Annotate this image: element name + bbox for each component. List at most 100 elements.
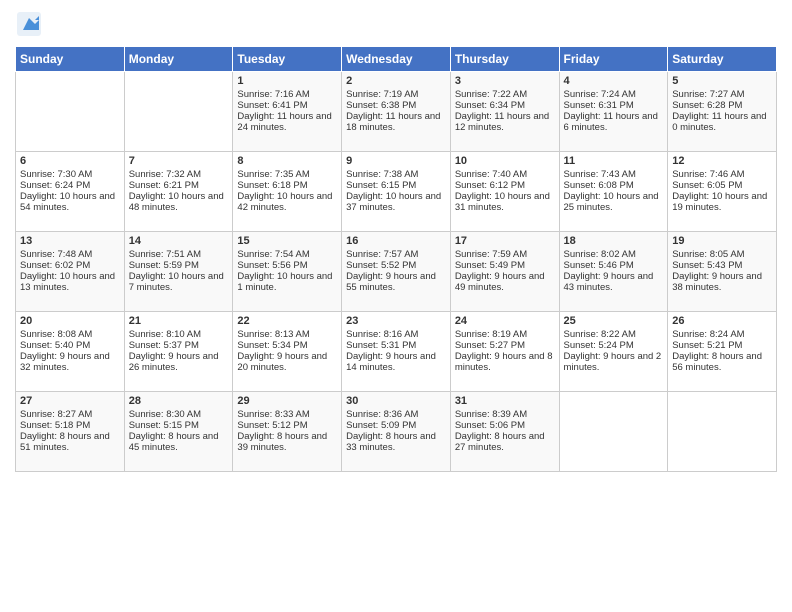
day-cell xyxy=(124,72,233,152)
sunrise-text: Sunrise: 7:51 AM xyxy=(129,249,201,260)
day-cell: 17Sunrise: 7:59 AMSunset: 5:49 PMDayligh… xyxy=(450,232,559,312)
day-number: 23 xyxy=(346,315,446,327)
sunrise-text: Sunrise: 8:02 AM xyxy=(564,249,636,260)
day-number: 25 xyxy=(564,315,664,327)
daylight-text: Daylight: 8 hours and 27 minutes. xyxy=(455,431,545,453)
day-cell: 11Sunrise: 7:43 AMSunset: 6:08 PMDayligh… xyxy=(559,152,668,232)
daylight-text: Daylight: 10 hours and 1 minute. xyxy=(237,271,332,293)
daylight-text: Daylight: 8 hours and 39 minutes. xyxy=(237,431,327,453)
sunset-text: Sunset: 6:41 PM xyxy=(237,100,307,111)
day-cell: 9Sunrise: 7:38 AMSunset: 6:15 PMDaylight… xyxy=(342,152,451,232)
daylight-text: Daylight: 10 hours and 13 minutes. xyxy=(20,271,115,293)
day-cell: 26Sunrise: 8:24 AMSunset: 5:21 PMDayligh… xyxy=(668,312,777,392)
day-number: 31 xyxy=(455,395,555,407)
sunrise-text: Sunrise: 7:24 AM xyxy=(564,89,636,100)
week-row-1: 1Sunrise: 7:16 AMSunset: 6:41 PMDaylight… xyxy=(16,72,777,152)
sunset-text: Sunset: 6:34 PM xyxy=(455,100,525,111)
sunset-text: Sunset: 6:24 PM xyxy=(20,180,90,191)
sunrise-text: Sunrise: 7:32 AM xyxy=(129,169,201,180)
day-cell xyxy=(16,72,125,152)
day-number: 6 xyxy=(20,155,120,167)
day-header-wednesday: Wednesday xyxy=(342,47,451,72)
day-cell: 25Sunrise: 8:22 AMSunset: 5:24 PMDayligh… xyxy=(559,312,668,392)
day-cell xyxy=(559,392,668,472)
day-cell: 30Sunrise: 8:36 AMSunset: 5:09 PMDayligh… xyxy=(342,392,451,472)
day-cell: 29Sunrise: 8:33 AMSunset: 5:12 PMDayligh… xyxy=(233,392,342,472)
daylight-text: Daylight: 8 hours and 45 minutes. xyxy=(129,431,219,453)
sunset-text: Sunset: 6:15 PM xyxy=(346,180,416,191)
sunrise-text: Sunrise: 7:43 AM xyxy=(564,169,636,180)
daylight-text: Daylight: 9 hours and 55 minutes. xyxy=(346,271,436,293)
sunset-text: Sunset: 5:59 PM xyxy=(129,260,199,271)
day-number: 4 xyxy=(564,75,664,87)
day-cell: 1Sunrise: 7:16 AMSunset: 6:41 PMDaylight… xyxy=(233,72,342,152)
sunset-text: Sunset: 5:24 PM xyxy=(564,340,634,351)
day-number: 7 xyxy=(129,155,229,167)
daylight-text: Daylight: 9 hours and 2 minutes. xyxy=(564,351,662,373)
day-cell: 27Sunrise: 8:27 AMSunset: 5:18 PMDayligh… xyxy=(16,392,125,472)
daylight-text: Daylight: 10 hours and 42 minutes. xyxy=(237,191,332,213)
sunset-text: Sunset: 6:28 PM xyxy=(672,100,742,111)
sunrise-text: Sunrise: 8:16 AM xyxy=(346,329,418,340)
sunrise-text: Sunrise: 7:57 AM xyxy=(346,249,418,260)
day-number: 8 xyxy=(237,155,337,167)
day-header-thursday: Thursday xyxy=(450,47,559,72)
day-number: 16 xyxy=(346,235,446,247)
daylight-text: Daylight: 10 hours and 48 minutes. xyxy=(129,191,224,213)
sunrise-text: Sunrise: 7:22 AM xyxy=(455,89,527,100)
sunset-text: Sunset: 5:37 PM xyxy=(129,340,199,351)
sunrise-text: Sunrise: 8:27 AM xyxy=(20,409,92,420)
logo-icon xyxy=(15,10,43,38)
sunrise-text: Sunrise: 7:48 AM xyxy=(20,249,92,260)
day-cell: 8Sunrise: 7:35 AMSunset: 6:18 PMDaylight… xyxy=(233,152,342,232)
sunset-text: Sunset: 6:38 PM xyxy=(346,100,416,111)
daylight-text: Daylight: 10 hours and 31 minutes. xyxy=(455,191,550,213)
sunrise-text: Sunrise: 7:16 AM xyxy=(237,89,309,100)
day-header-tuesday: Tuesday xyxy=(233,47,342,72)
daylight-text: Daylight: 11 hours and 18 minutes. xyxy=(346,111,440,133)
sunrise-text: Sunrise: 7:40 AM xyxy=(455,169,527,180)
sunset-text: Sunset: 5:06 PM xyxy=(455,420,525,431)
day-cell: 24Sunrise: 8:19 AMSunset: 5:27 PMDayligh… xyxy=(450,312,559,392)
daylight-text: Daylight: 9 hours and 32 minutes. xyxy=(20,351,110,373)
day-cell: 16Sunrise: 7:57 AMSunset: 5:52 PMDayligh… xyxy=(342,232,451,312)
day-header-monday: Monday xyxy=(124,47,233,72)
daylight-text: Daylight: 11 hours and 0 minutes. xyxy=(672,111,766,133)
daylight-text: Daylight: 11 hours and 24 minutes. xyxy=(237,111,331,133)
day-cell: 22Sunrise: 8:13 AMSunset: 5:34 PMDayligh… xyxy=(233,312,342,392)
sunrise-text: Sunrise: 8:13 AM xyxy=(237,329,309,340)
daylight-text: Daylight: 8 hours and 51 minutes. xyxy=(20,431,110,453)
sunrise-text: Sunrise: 8:08 AM xyxy=(20,329,92,340)
sunset-text: Sunset: 5:49 PM xyxy=(455,260,525,271)
sunset-text: Sunset: 6:18 PM xyxy=(237,180,307,191)
day-cell: 3Sunrise: 7:22 AMSunset: 6:34 PMDaylight… xyxy=(450,72,559,152)
sunrise-text: Sunrise: 8:30 AM xyxy=(129,409,201,420)
day-number: 2 xyxy=(346,75,446,87)
day-number: 29 xyxy=(237,395,337,407)
daylight-text: Daylight: 10 hours and 37 minutes. xyxy=(346,191,441,213)
sunset-text: Sunset: 6:02 PM xyxy=(20,260,90,271)
day-cell xyxy=(668,392,777,472)
daylight-text: Daylight: 8 hours and 56 minutes. xyxy=(672,351,762,373)
day-number: 12 xyxy=(672,155,772,167)
sunrise-text: Sunrise: 7:46 AM xyxy=(672,169,744,180)
sunrise-text: Sunrise: 8:39 AM xyxy=(455,409,527,420)
week-row-5: 27Sunrise: 8:27 AMSunset: 5:18 PMDayligh… xyxy=(16,392,777,472)
day-number: 15 xyxy=(237,235,337,247)
sunset-text: Sunset: 5:43 PM xyxy=(672,260,742,271)
logo xyxy=(15,10,46,38)
sunset-text: Sunset: 5:21 PM xyxy=(672,340,742,351)
day-cell: 18Sunrise: 8:02 AMSunset: 5:46 PMDayligh… xyxy=(559,232,668,312)
daylight-text: Daylight: 9 hours and 14 minutes. xyxy=(346,351,436,373)
sunset-text: Sunset: 5:18 PM xyxy=(20,420,90,431)
daylight-text: Daylight: 9 hours and 26 minutes. xyxy=(129,351,219,373)
daylight-text: Daylight: 9 hours and 49 minutes. xyxy=(455,271,545,293)
sunrise-text: Sunrise: 7:59 AM xyxy=(455,249,527,260)
sunset-text: Sunset: 5:31 PM xyxy=(346,340,416,351)
day-number: 18 xyxy=(564,235,664,247)
day-cell: 12Sunrise: 7:46 AMSunset: 6:05 PMDayligh… xyxy=(668,152,777,232)
week-row-3: 13Sunrise: 7:48 AMSunset: 6:02 PMDayligh… xyxy=(16,232,777,312)
day-cell: 5Sunrise: 7:27 AMSunset: 6:28 PMDaylight… xyxy=(668,72,777,152)
sunrise-text: Sunrise: 8:24 AM xyxy=(672,329,744,340)
sunset-text: Sunset: 6:21 PM xyxy=(129,180,199,191)
